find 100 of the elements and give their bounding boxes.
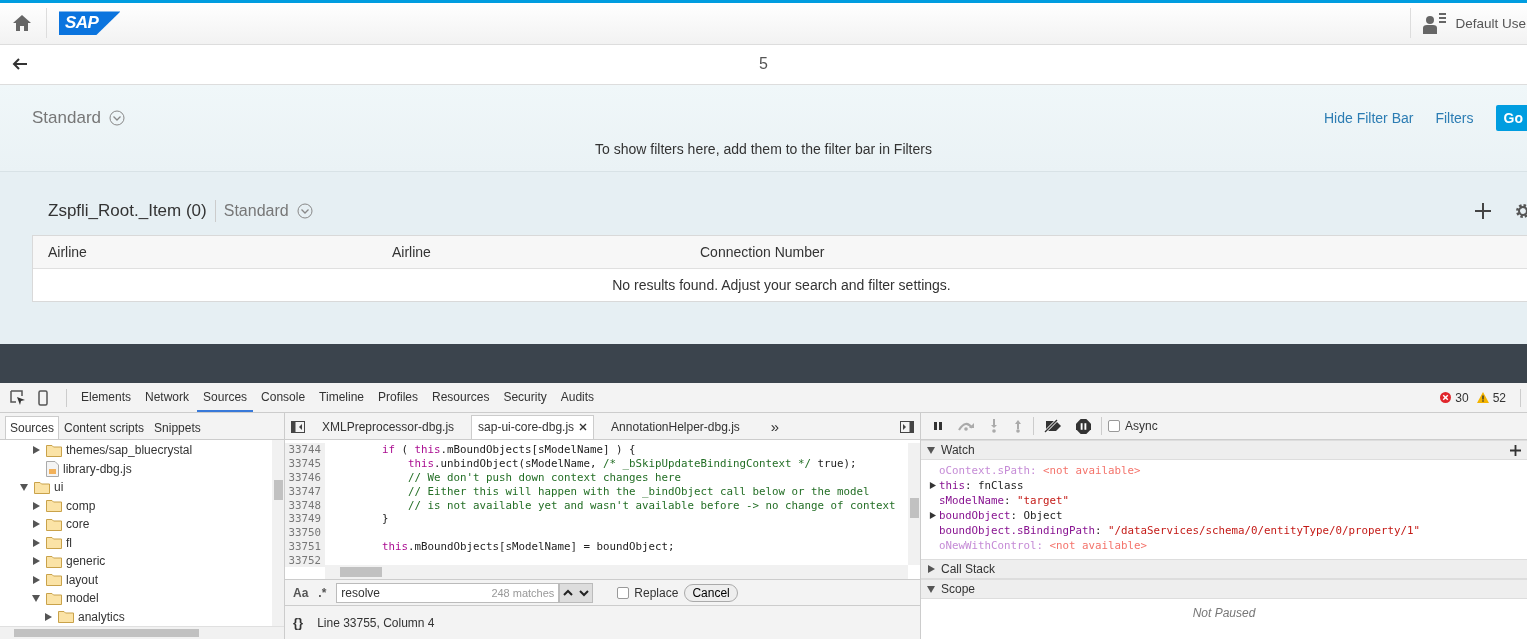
sap-logo[interactable]: SAP xyxy=(59,11,121,36)
filter-link[interactable]: Filters xyxy=(1435,109,1474,126)
section-header[interactable]: Scope xyxy=(921,579,1527,599)
devtools-tab[interactable]: Audits xyxy=(554,383,601,412)
folder-icon xyxy=(46,443,62,457)
add-icon[interactable] xyxy=(1510,444,1521,456)
collapsed-triangle-icon[interactable] xyxy=(32,501,40,510)
folder-icon xyxy=(46,499,62,513)
deactivate-breakpoints-icon[interactable] xyxy=(1044,419,1062,433)
search-field[interactable]: resolve 248 matches xyxy=(336,582,560,603)
folder-icon xyxy=(46,573,62,587)
inspect-icon[interactable] xyxy=(10,389,26,406)
cancel-button[interactable]: Cancel xyxy=(684,583,738,602)
home-icon[interactable] xyxy=(12,14,32,33)
watch-expression[interactable]: sModelName: "target" xyxy=(939,494,1069,507)
user-name[interactable]: Default Use xyxy=(1455,15,1526,31)
cursor-position: Line 33755, Column 4 xyxy=(317,615,435,630)
warning-count[interactable]: 52 xyxy=(1492,390,1506,405)
devtools-tab[interactable]: Elements xyxy=(75,383,138,412)
devtools-tab[interactable]: Network xyxy=(139,383,196,412)
pause-on-exceptions-icon[interactable] xyxy=(1076,418,1091,434)
code-line: // is not available yet and wasn't available before -> no change of context xyxy=(407,498,896,512)
watch-expression[interactable]: this: fnClass xyxy=(939,479,1024,492)
async-checkbox[interactable]: Async xyxy=(1108,419,1158,433)
code-line: } xyxy=(381,512,389,526)
devtools-tab[interactable]: Profiles xyxy=(372,383,425,412)
folder-icon xyxy=(46,517,62,531)
collapsed-triangle-icon[interactable] xyxy=(32,538,40,547)
expanded-triangle-icon[interactable] xyxy=(32,594,40,603)
devtools-tab[interactable]: Resources xyxy=(426,383,496,412)
scrollbar[interactable] xyxy=(0,626,284,639)
column-header[interactable]: Airline xyxy=(377,243,685,260)
back-arrow-icon[interactable] xyxy=(12,58,28,71)
panel-toggle-icon[interactable] xyxy=(900,421,914,433)
devtools-tab[interactable]: Security xyxy=(497,383,553,412)
user-icon[interactable] xyxy=(1423,12,1448,35)
tree-item[interactable]: fl xyxy=(0,533,272,552)
tree-item[interactable]: analytics xyxy=(0,607,272,626)
tree-item[interactable]: generic xyxy=(0,552,272,571)
collapsed-triangle-icon[interactable] xyxy=(32,520,40,529)
scrollbar[interactable] xyxy=(908,443,920,565)
regex-toggle[interactable]: .* xyxy=(318,585,327,600)
line-number: 33749 xyxy=(285,512,325,526)
navigator-tab[interactable]: Content scripts xyxy=(59,416,150,439)
chevron-icon xyxy=(296,202,313,219)
settings-icon[interactable] xyxy=(1515,202,1527,219)
folder-icon xyxy=(46,554,62,568)
tree-item[interactable]: layout xyxy=(0,570,272,589)
scrollbar[interactable] xyxy=(272,440,284,626)
collapsed-triangle-icon[interactable] xyxy=(929,512,936,519)
error-count[interactable]: 30 xyxy=(1455,390,1469,405)
navigator-tab[interactable]: Sources xyxy=(5,416,60,439)
plus-icon[interactable] xyxy=(1475,202,1491,219)
collapsed-triangle-icon[interactable] xyxy=(32,575,40,584)
panel-toggle-icon[interactable] xyxy=(291,421,305,433)
pretty-print-button[interactable]: {} xyxy=(293,615,304,630)
file-tab[interactable]: XMLPreprocessor-dbg.js xyxy=(315,415,462,439)
code-line: // Either this will happen with the _bindObject call below or the model xyxy=(407,484,870,498)
code-line: this.unbindObject(sModelName, /* _bSkipUpdateBindingContext */ true); xyxy=(407,457,857,471)
collapsed-triangle-icon[interactable] xyxy=(44,612,52,621)
line-number: 33747 xyxy=(285,484,325,499)
watch-expression[interactable]: boundObject.sBindingPath: "/dataServices/schema/0/entityType/0/property/1" xyxy=(939,524,1420,537)
tree-item[interactable]: library-dbg.js xyxy=(0,459,272,478)
match-case-toggle[interactable]: Aa xyxy=(293,585,309,600)
scrollbar[interactable] xyxy=(325,565,908,579)
table-title: Zspfli_Root._Item (0) xyxy=(48,200,207,221)
devtools-tab[interactable]: Timeline xyxy=(313,383,370,412)
warning-icon xyxy=(1476,392,1489,403)
section-header[interactable]: Watch xyxy=(921,440,1527,460)
variant-selector[interactable]: Standard xyxy=(223,201,313,220)
column-header[interactable]: Connection Number xyxy=(685,243,825,260)
file-icon xyxy=(46,460,59,477)
scope-message: Not Paused xyxy=(1191,605,1257,622)
replace-checkbox[interactable]: Replace xyxy=(617,585,679,600)
variant-selector[interactable]: Standard xyxy=(32,107,125,128)
column-header[interactable]: Airline xyxy=(33,243,377,260)
filter-link[interactable]: Hide Filter Bar xyxy=(1323,109,1414,126)
section-header[interactable]: Call Stack xyxy=(921,559,1527,579)
tree-item[interactable]: themes/sap_bluecrystal xyxy=(0,441,272,460)
file-tab[interactable]: sap-ui-core-dbg.js xyxy=(471,415,595,439)
tree-item[interactable]: ui xyxy=(0,478,272,497)
code-line: if ( this.mBoundObjects[sModelName] ) { xyxy=(381,443,636,457)
expanded-triangle-icon[interactable] xyxy=(20,483,28,492)
device-icon[interactable] xyxy=(38,389,48,406)
tree-item[interactable]: model xyxy=(0,589,272,608)
file-tab[interactable]: AnnotationHelper-dbg.js xyxy=(604,415,747,439)
collapsed-triangle-icon[interactable] xyxy=(32,446,40,455)
collapsed-triangle-icon[interactable] xyxy=(929,482,936,489)
navigator-tab[interactable]: Snippets xyxy=(149,416,206,439)
line-number: 33752 xyxy=(285,553,325,568)
devtools-tab[interactable]: Console xyxy=(255,383,312,412)
pause-icon[interactable] xyxy=(933,421,943,431)
code-line: this.mBoundObjects[sModelName] = boundObject; xyxy=(381,540,675,553)
more-tabs[interactable]: » xyxy=(770,418,780,435)
collapsed-triangle-icon[interactable] xyxy=(32,557,40,566)
tree-item[interactable]: comp xyxy=(0,496,272,515)
close-icon[interactable] xyxy=(579,423,588,431)
tree-item[interactable]: core xyxy=(0,515,272,534)
code-line: // We don't push down context changes here xyxy=(407,471,681,484)
watch-expression[interactable]: boundObject: Object xyxy=(939,509,1063,522)
